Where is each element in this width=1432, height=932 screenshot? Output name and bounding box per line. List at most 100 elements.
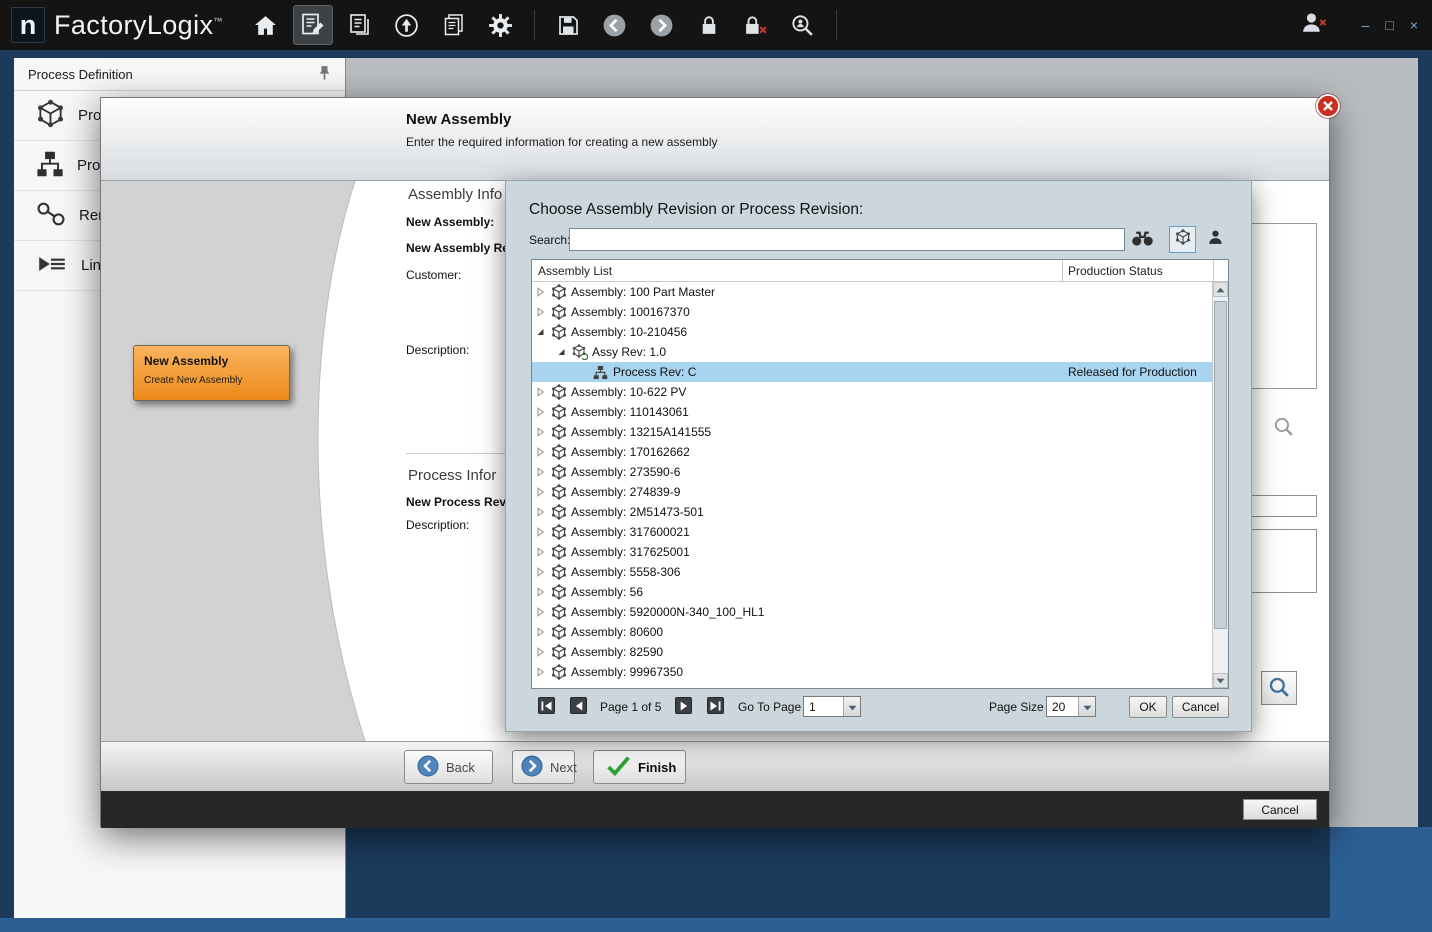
expand-icon[interactable] [536, 587, 551, 597]
expand-icon[interactable] [536, 607, 551, 617]
tree-row[interactable]: Assembly: 274839-9 [532, 482, 1214, 502]
assembly-icon [551, 544, 569, 560]
panel-header: Process Definition [14, 58, 345, 91]
tree-row[interactable]: Assembly: 170162662 [532, 442, 1214, 462]
tree-row[interactable]: Assembly: 317625001 [532, 542, 1214, 562]
vertical-scrollbar[interactable] [1212, 282, 1228, 688]
pin-icon[interactable] [318, 65, 331, 83]
tree-row[interactable]: Assembly: 2M51473-501 [532, 502, 1214, 522]
tree-row[interactable]: Assembly: 13215A141555 [532, 422, 1214, 442]
app-logo: n [11, 7, 45, 43]
page-size-select[interactable]: 20 [1046, 696, 1096, 717]
expand-icon[interactable] [536, 667, 551, 677]
magnifier-icon[interactable] [1273, 416, 1294, 442]
tree-row[interactable]: Assembly: 317600021 [532, 522, 1214, 542]
finish-button[interactable]: Finish [593, 750, 686, 784]
tree-row-label: Assy Rev: 1.0 [592, 345, 666, 359]
maximize-button[interactable]: □ [1385, 18, 1393, 32]
expand-icon[interactable] [536, 567, 551, 577]
collapse-icon[interactable] [557, 347, 572, 357]
production-documents-icon[interactable] [341, 6, 379, 44]
cancel-button[interactable]: Cancel [1243, 799, 1317, 820]
lock-icon[interactable] [690, 6, 728, 44]
expand-icon[interactable] [536, 467, 551, 477]
assembly-icon [551, 284, 569, 300]
process-description-label: Description: [406, 518, 469, 532]
tree-row[interactable]: Assembly: 10-622 PV [532, 382, 1214, 402]
scrollbar-thumb[interactable] [1214, 301, 1227, 629]
goto-page-select[interactable]: 1 [803, 696, 861, 717]
lookup-button[interactable] [1261, 671, 1297, 705]
expand-icon[interactable] [536, 447, 551, 457]
expand-icon[interactable] [536, 487, 551, 497]
tree-row[interactable]: Assembly: 56 [532, 582, 1214, 602]
chevron-down-icon[interactable] [1078, 697, 1095, 716]
assembly-icon [551, 424, 569, 440]
expand-icon[interactable] [536, 407, 551, 417]
expand-icon[interactable] [536, 387, 551, 397]
tree-row[interactable]: Process Rev: CReleased for Production [532, 362, 1214, 382]
assembly-view-button[interactable] [1169, 226, 1196, 253]
back-button[interactable]: Back [404, 750, 493, 784]
tree-row-label: Assembly: 100 Part Master [571, 285, 715, 299]
customer-view-icon[interactable] [1207, 229, 1224, 251]
binoculars-icon[interactable] [1131, 230, 1154, 252]
home-icon[interactable] [247, 6, 285, 44]
wizard-footer: Back Next Finish [101, 741, 1329, 791]
back-circle-icon[interactable] [596, 6, 634, 44]
expand-icon[interactable] [536, 427, 551, 437]
ok-button[interactable]: OK [1129, 696, 1167, 718]
minimize-button[interactable]: – [1362, 18, 1370, 32]
back-arrow-icon [417, 755, 439, 780]
line-process-icon [36, 252, 68, 280]
search-input[interactable] [569, 228, 1125, 251]
expand-icon[interactable] [536, 527, 551, 537]
tree-row[interactable]: Assembly: 5558-306 [532, 562, 1214, 582]
logout-user-icon[interactable] [1299, 10, 1328, 41]
tree-row[interactable]: Assembly: 100167370 [532, 302, 1214, 322]
audit-search-icon[interactable] [784, 6, 822, 44]
chooser-cancel-button[interactable]: Cancel [1172, 696, 1229, 718]
first-page-button[interactable] [538, 697, 555, 714]
column-divider [1213, 260, 1214, 282]
assembly-icon [551, 644, 569, 660]
expand-icon[interactable] [536, 287, 551, 297]
tree-row[interactable]: Assembly: 5920000N-340_100_HL1 [532, 602, 1214, 622]
navigator-icon[interactable] [388, 6, 426, 44]
settings-gear-icon[interactable] [482, 6, 520, 44]
last-page-button[interactable] [707, 697, 724, 714]
tree-row[interactable]: Assembly: 110143061 [532, 402, 1214, 422]
expand-icon[interactable] [536, 627, 551, 637]
expand-icon[interactable] [536, 647, 551, 657]
previous-page-button[interactable] [570, 697, 587, 714]
close-button[interactable]: × [1410, 18, 1418, 32]
tree-row[interactable]: Assy Rev: 1.0 [532, 342, 1214, 362]
process-editor-icon[interactable] [294, 6, 332, 44]
tree-row[interactable]: Assembly: 82590 [532, 642, 1214, 662]
unlock-icon[interactable] [737, 6, 775, 44]
pager: Page 1 of 5 Go To Page 1 Page Size 20 OK… [531, 695, 1229, 719]
scroll-up-icon[interactable] [1213, 282, 1228, 297]
tree-row-label: Assembly: 5920000N-340_100_HL1 [571, 605, 764, 619]
scroll-down-icon[interactable] [1213, 673, 1228, 688]
save-icon[interactable] [549, 6, 587, 44]
close-dialog-icon[interactable] [1315, 93, 1341, 124]
chevron-down-icon[interactable] [843, 697, 860, 716]
expand-icon[interactable] [536, 507, 551, 517]
expand-icon[interactable] [536, 307, 551, 317]
collapse-icon[interactable] [536, 327, 551, 337]
new-assembly-callout[interactable]: New Assembly Create New Assembly [133, 345, 290, 401]
reports-icon[interactable] [435, 6, 473, 44]
forward-circle-icon[interactable] [643, 6, 681, 44]
tree-row-label: Assembly: 274839-9 [571, 485, 680, 499]
tree-row[interactable]: Assembly: 99967350 [532, 662, 1214, 682]
next-button[interactable]: Next [512, 750, 575, 784]
page-indicator: Page 1 of 5 [600, 700, 661, 714]
next-arrow-icon [521, 755, 543, 780]
next-page-button[interactable] [675, 697, 692, 714]
tree-row[interactable]: Assembly: 100 Part Master [532, 282, 1214, 302]
tree-row[interactable]: Assembly: 273590-6 [532, 462, 1214, 482]
tree-row[interactable]: Assembly: 10-210456 [532, 322, 1214, 342]
expand-icon[interactable] [536, 547, 551, 557]
tree-row[interactable]: Assembly: 80600 [532, 622, 1214, 642]
